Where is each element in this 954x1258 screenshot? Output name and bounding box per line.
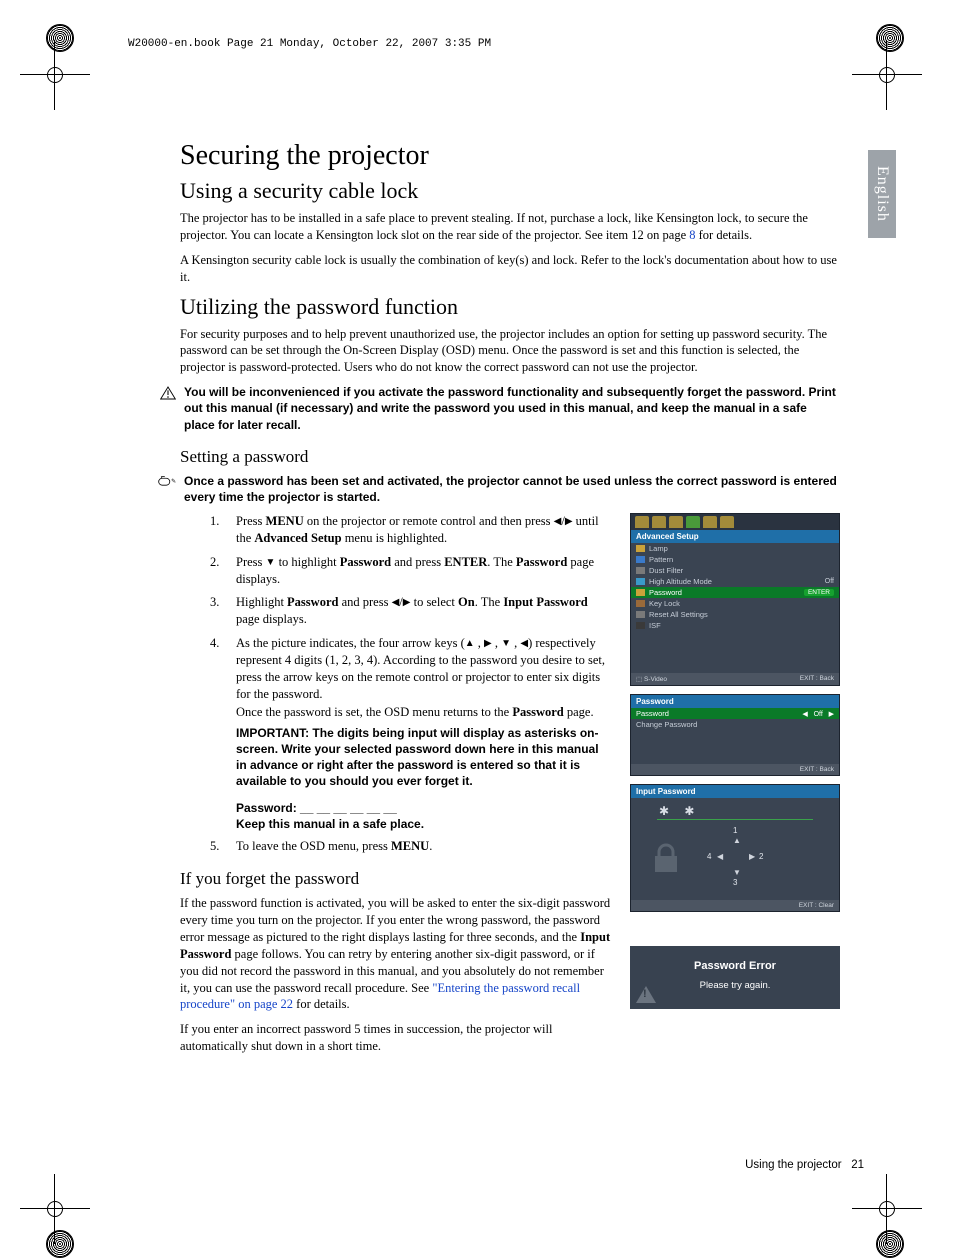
- osd-screenshot-password: Password Password◀ Off ▶ Change Password…: [630, 694, 840, 776]
- body-text: If the password function is activated, y…: [180, 895, 612, 1013]
- subsection-heading: Setting a password: [180, 447, 840, 467]
- registration-mark: [870, 1192, 904, 1226]
- page-title: Securing the projector: [180, 140, 840, 172]
- lock-icon: [651, 842, 681, 874]
- ornament: [876, 1230, 904, 1258]
- registration-mark: [38, 58, 72, 92]
- important-text: IMPORTANT: The digits being input will d…: [236, 725, 612, 790]
- svg-text:✎: ✎: [171, 478, 176, 485]
- language-tab: English: [868, 150, 896, 238]
- registration-mark: [38, 1192, 72, 1226]
- subsection-heading: If you forget the password: [180, 869, 612, 889]
- body-text: If you enter an incorrect password 5 tim…: [180, 1021, 612, 1055]
- body-text: The projector has to be installed in a s…: [180, 210, 840, 244]
- osd-screenshot-password-error: Password Error Please try again. !: [630, 946, 840, 1009]
- warning-text: You will be inconvenienced if you activa…: [184, 384, 840, 433]
- note-text: Once a password has been set and activat…: [184, 473, 840, 505]
- ornament: [46, 24, 74, 52]
- ornament: [46, 1230, 74, 1258]
- steps-list: 1.Press MENU on the projector or remote …: [210, 513, 612, 855]
- page-footer: Using the projector 21: [745, 1159, 864, 1171]
- body-text: For security purposes and to help preven…: [180, 326, 840, 377]
- osd-screenshot-advanced-setup: Advanced Setup Lamp Pattern Dust Filter …: [630, 513, 840, 686]
- osd-screenshot-input-password: Input Password ✱ ✱ 1 ▲ 2 ▶ 3 ▼ 4 ◀: [630, 784, 840, 912]
- warning-icon: [160, 386, 176, 400]
- section-heading: Utilizing the password function: [180, 294, 840, 320]
- page-header-meta: W20000-en.book Page 21 Monday, October 2…: [128, 38, 491, 50]
- note-icon: ✎: [158, 474, 176, 488]
- keep-text: Keep this manual in a safe place.: [236, 816, 612, 832]
- section-heading: Using a security cable lock: [180, 178, 840, 204]
- password-blank: Password: __ __ __ __ __ __: [236, 800, 612, 816]
- registration-mark: [870, 58, 904, 92]
- body-text: A Kensington security cable lock is usua…: [180, 252, 840, 286]
- ornament: [876, 24, 904, 52]
